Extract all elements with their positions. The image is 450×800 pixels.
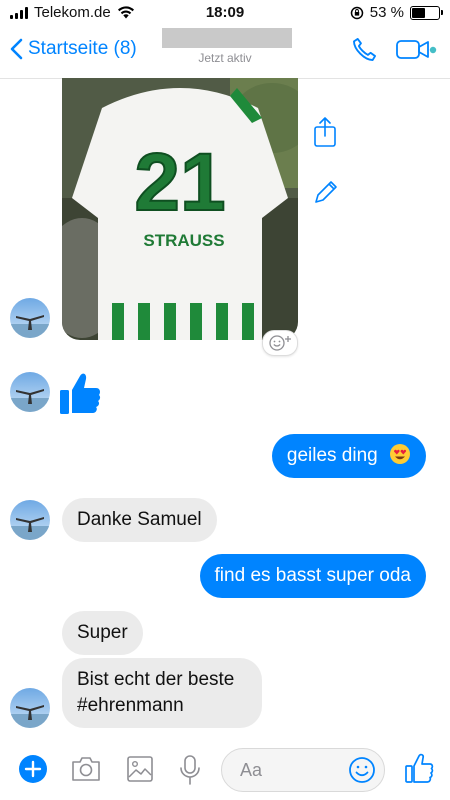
battery-percent: 53 % (369, 4, 404, 21)
contact-avatar[interactable] (10, 688, 50, 728)
status-bar: Telekom.de 18:09 53 % (0, 0, 450, 26)
edit-pencil-icon[interactable] (312, 178, 340, 206)
heart-eyes-emoji (390, 444, 410, 464)
rotation-lock-icon (350, 6, 364, 19)
jersey-number: 21 (134, 137, 225, 228)
contact-avatar[interactable] (10, 372, 50, 412)
shared-photo[interactable]: 21 STRAUSS (62, 78, 298, 340)
chat-header: Startseite (8) Jetzt aktiv (0, 26, 450, 79)
contact-avatar[interactable] (10, 298, 50, 338)
phone-icon[interactable] (350, 36, 378, 64)
message-text: find es basst super oda (214, 565, 411, 586)
like-button-icon[interactable] (404, 752, 434, 784)
thumbs-up-sticker[interactable] (58, 370, 102, 416)
video-call-icon[interactable] (396, 38, 440, 62)
status-right: 53 % (350, 4, 443, 21)
message-outgoing[interactable]: find es basst super oda (199, 554, 426, 598)
message-input-placeholder: Aa (240, 760, 263, 780)
message-text: geiles ding (286, 445, 378, 466)
battery-icon (410, 5, 443, 20)
microphone-icon[interactable] (178, 754, 202, 786)
camera-icon[interactable] (70, 754, 102, 784)
plus-icon[interactable] (18, 754, 48, 784)
add-reaction-button[interactable] (262, 330, 298, 356)
message-text: Super (77, 622, 128, 643)
message-text: Danke Samuel (77, 509, 202, 530)
jersey-name: STRAUSS (143, 231, 224, 250)
message-composer: Aa (0, 740, 450, 800)
emoji-picker-icon[interactable] (348, 756, 376, 784)
message-input[interactable]: Aa (221, 748, 385, 792)
message-incoming[interactable]: Super (62, 611, 143, 655)
message-incoming[interactable]: Bist echt der beste #ehrenmann (62, 658, 262, 728)
jersey-photo: 21 STRAUSS (62, 78, 298, 340)
contact-name-redacted[interactable] (162, 28, 292, 48)
share-icon[interactable] (312, 116, 338, 148)
message-outgoing[interactable]: geiles ding (271, 434, 426, 478)
presence-status: Jetzt aktiv (198, 51, 252, 65)
message-incoming[interactable]: Danke Samuel (62, 498, 217, 542)
message-text: Bist echt der beste #ehrenmann (77, 669, 235, 716)
gallery-icon[interactable] (126, 754, 154, 784)
smiley-plus-icon (269, 335, 291, 351)
contact-avatar[interactable] (10, 500, 50, 540)
